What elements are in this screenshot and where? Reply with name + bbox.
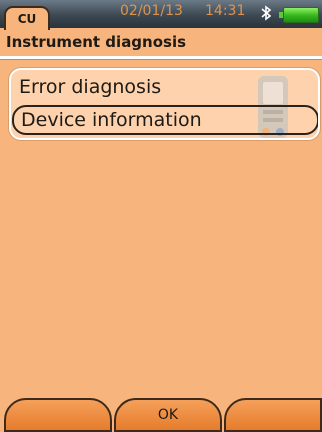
battery-icon: [279, 7, 319, 23]
status-date: 02/01/13: [120, 3, 183, 19]
title-divider: [0, 56, 322, 60]
menu-item-error-diagnosis[interactable]: Error diagnosis: [19, 76, 318, 98]
status-time: 14:31: [205, 3, 246, 19]
status-bar: CU 02/01/13 14:31: [0, 0, 322, 30]
tab-cu[interactable]: CU: [4, 6, 50, 30]
menu-list: Error diagnosis Device information: [9, 68, 320, 140]
bluetooth-icon: [261, 5, 272, 21]
page-title: Instrument diagnosis: [6, 33, 187, 51]
menu-item-device-information[interactable]: Device information: [12, 105, 318, 135]
